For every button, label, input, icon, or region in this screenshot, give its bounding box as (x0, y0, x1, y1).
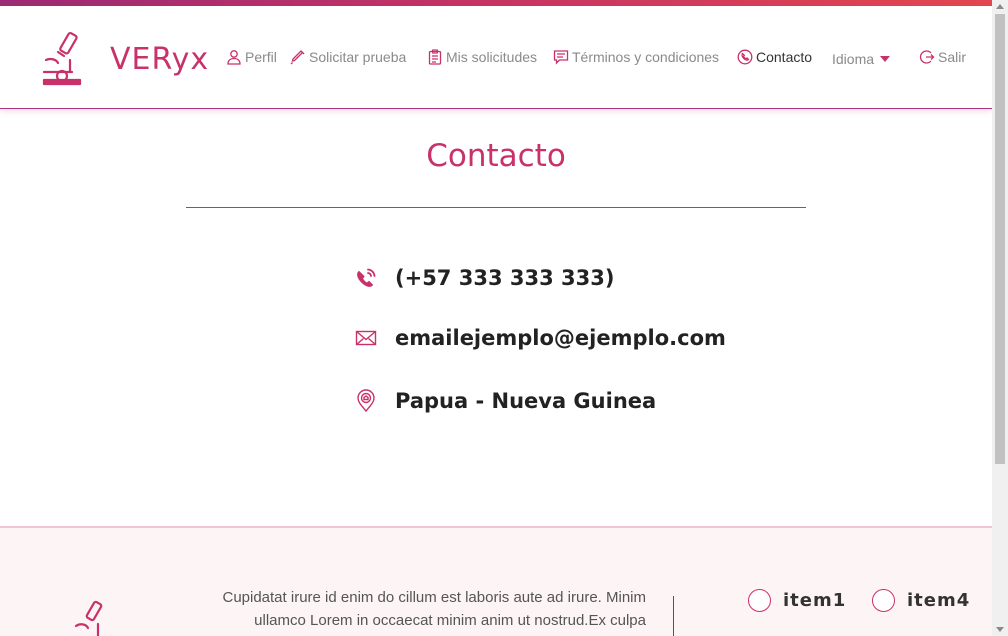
language-label: Idioma (832, 51, 875, 67)
title-divider (186, 207, 806, 208)
microscope-icon[interactable] (40, 30, 84, 86)
nav-item-solicitar-prueba[interactable]: Solicitar prueba (290, 46, 406, 68)
footer: Cupidatat irure id enim do cillum est la… (0, 526, 992, 636)
contact-email-text[interactable]: emailejemplo@ejemplo.com (395, 326, 726, 350)
radio-item4[interactable]: item4 (872, 589, 970, 612)
logout-button[interactable]: Salir (919, 46, 966, 68)
contact-location-text: Papua - Nueva Guinea (395, 389, 657, 413)
nav-label: Salir (938, 49, 967, 65)
radio-item1[interactable]: item1 (748, 589, 846, 612)
contact-location: Papua - Nueva Guinea (354, 385, 656, 417)
page-title: Contacto (426, 138, 566, 174)
nav-item-perfil[interactable]: Perfil (226, 46, 277, 68)
phone-icon (357, 268, 376, 287)
logout-icon (919, 50, 935, 64)
nav-label: Contacto (756, 49, 813, 65)
nav-label: Perfil (245, 49, 277, 65)
nav-label: Términos y condiciones (572, 49, 720, 65)
scroll-down-arrow-icon[interactable] (996, 627, 1004, 632)
footer-text-line: ullamco Lorem in occaecat minim anim ut … (254, 612, 646, 629)
nav-label: Solicitar prueba (309, 49, 407, 65)
mail-icon (355, 330, 377, 346)
syringe-icon (290, 50, 305, 65)
brand-name[interactable]: VERyx (110, 42, 209, 77)
contact-email: emailejemplo@ejemplo.com (354, 322, 726, 354)
location-pin-icon (357, 389, 375, 413)
scroll-up-arrow-icon[interactable] (996, 4, 1004, 9)
message-icon (553, 50, 569, 65)
nav-item-mis-solicitudes[interactable]: Mis solicitudes (427, 46, 537, 68)
microscope-icon (74, 600, 103, 636)
user-icon (227, 50, 241, 65)
scroll-thumb[interactable] (995, 14, 1005, 464)
footer-text-line: Cupidatat irure id enim do cillum est la… (222, 589, 646, 606)
radio-circle-icon[interactable] (872, 589, 895, 612)
nav-item-contacto[interactable]: Contacto (737, 46, 812, 68)
language-dropdown[interactable]: Idioma (832, 48, 891, 70)
contact-phone: (+57 333 333 333) (354, 262, 614, 294)
phone-icon (737, 49, 753, 65)
radio-label: item1 (783, 590, 847, 611)
contact-phone-text[interactable]: (+57 333 333 333) (395, 266, 614, 290)
header: VERyx Perfil Solicitar prueba Mis solici… (0, 6, 992, 109)
nav-label: Mis solicitudes (446, 49, 538, 65)
footer-description: Cupidatat irure id enim do cillum est la… (160, 586, 646, 632)
footer-divider (673, 596, 674, 636)
nav-item-terminos[interactable]: Términos y condiciones (553, 46, 719, 68)
vertical-scrollbar[interactable] (992, 0, 1008, 636)
radio-label: item4 (907, 590, 971, 611)
clipboard-icon (428, 49, 442, 65)
radio-circle-icon[interactable] (748, 589, 771, 612)
caret-down-icon (880, 56, 891, 62)
